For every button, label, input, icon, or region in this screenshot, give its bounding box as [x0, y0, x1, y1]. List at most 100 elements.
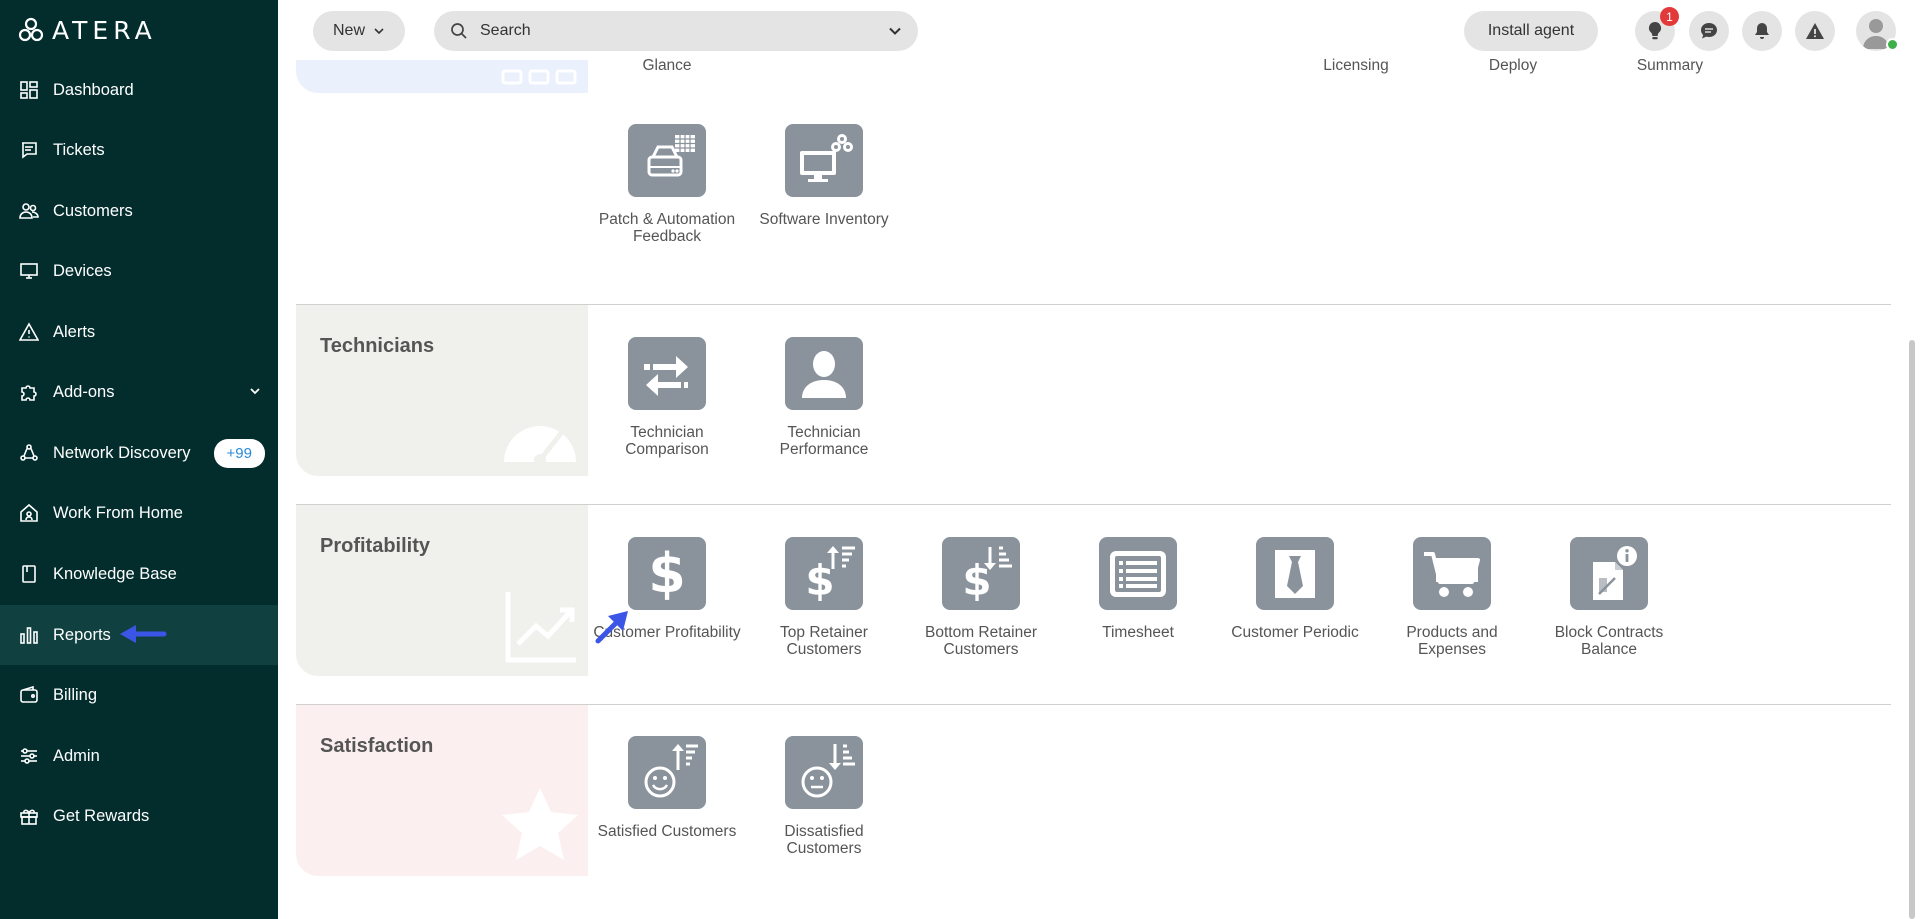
report-label: Block Contracts Balance — [1554, 624, 1664, 658]
devices-icon — [19, 261, 39, 281]
notification-count-badge: 1 — [1660, 7, 1679, 26]
sidebar-item-label: Network Discovery — [53, 443, 191, 462]
sidebar-item-label: Dashboard — [53, 80, 134, 99]
atera-logo[interactable]: ATERA — [18, 15, 157, 45]
report-top-retainer-customers[interactable]: $ Top Retainer Customers — [746, 537, 902, 658]
contract-info-icon — [1570, 537, 1648, 610]
report-label: Top Retainer Customers — [780, 624, 868, 658]
timesheet-icon — [1099, 537, 1177, 610]
sidebar-item-label: Customers — [53, 201, 133, 220]
smile-sort-up-icon — [628, 736, 706, 809]
sidebar-item-addons[interactable]: Add-ons — [0, 362, 278, 422]
sidebar-item-work-from-home[interactable]: Work From Home — [0, 483, 278, 543]
chevron-down-icon — [374, 28, 384, 35]
book-icon — [19, 564, 39, 584]
sidebar-item-knowledge-base[interactable]: Knowledge Base — [0, 544, 278, 604]
report-technician-performance[interactable]: Technician Performance — [746, 337, 902, 458]
dollar-sort-down-icon: $ — [942, 537, 1020, 610]
report-dissatisfied-customers[interactable]: Dissatisfied Customers — [746, 736, 902, 857]
sidebar-item-label: Billing — [53, 685, 98, 704]
sidebar-item-alerts[interactable]: Alerts — [0, 302, 278, 362]
report-technician-comparison[interactable]: Technician Comparison — [589, 337, 745, 458]
notifications-button[interactable] — [1742, 11, 1782, 51]
online-status-indicator — [1886, 38, 1899, 51]
report-label: Technician Performance — [779, 424, 869, 458]
scrollbar-thumb[interactable] — [1909, 340, 1915, 919]
lightbulb-icon — [1648, 21, 1662, 40]
search-icon — [451, 23, 467, 39]
report-label[interactable]: Licensing — [1278, 57, 1434, 75]
report-software-inventory[interactable]: Software Inventory — [746, 124, 902, 228]
network-icon — [19, 443, 39, 463]
sidebar-item-tickets[interactable]: Tickets — [0, 120, 278, 180]
count-badge: +99 — [213, 439, 265, 468]
sidebar-item-get-rewards[interactable]: Get Rewards — [0, 786, 278, 846]
sidebar-item-dashboard[interactable]: Dashboard — [0, 60, 278, 120]
alert-icon — [19, 322, 39, 342]
category-panel: Satisfaction — [296, 705, 588, 876]
logo-text: ATERA — [52, 15, 157, 45]
cart-icon — [1413, 537, 1491, 610]
dollar-icon: $ — [628, 537, 706, 610]
home-icon — [19, 503, 39, 523]
sidebar-item-devices[interactable]: Devices — [0, 241, 278, 301]
category-satisfaction: Satisfaction — [296, 705, 1891, 876]
report-label: Products and Expenses — [1406, 624, 1498, 658]
tickets-icon — [19, 140, 39, 160]
report-label: Software Inventory — [759, 211, 889, 228]
report-products-and-expenses[interactable]: Products and Expenses — [1374, 537, 1530, 658]
reports-content: Glance Licensing Deploy Summary Patch & … — [278, 57, 1920, 919]
report-label: Timesheet — [1102, 624, 1174, 641]
dashboard-icon — [19, 80, 39, 100]
report-label: Satisfied Customers — [597, 823, 737, 840]
report-customer-periodic[interactable]: Customer Periodic — [1217, 537, 1373, 641]
puzzle-icon — [19, 382, 39, 402]
report-label: Bottom Retainer Customers — [925, 624, 1037, 658]
category-title: Satisfaction — [320, 735, 434, 757]
sidebar-item-billing[interactable]: Billing — [0, 665, 278, 725]
report-label[interactable]: Summary — [1592, 57, 1748, 75]
person-icon — [785, 337, 863, 410]
gift-icon — [19, 806, 39, 826]
sidebar-item-network-discovery[interactable]: Network Discovery +99 — [0, 423, 278, 483]
report-label: Technician Comparison — [625, 424, 709, 458]
sidebar-item-label: Alerts — [53, 322, 96, 341]
chevron-down-icon[interactable] — [888, 24, 902, 38]
sidebar-item-customers[interactable]: Customers — [0, 181, 278, 241]
tie-icon — [1256, 537, 1334, 610]
neutral-sort-down-icon — [785, 736, 863, 809]
sidebar-item-label: Admin — [53, 746, 100, 765]
report-block-contracts-balance[interactable]: Block Contracts Balance — [1531, 537, 1687, 658]
alerts-button[interactable] — [1795, 11, 1835, 51]
sidebar-item-label: Devices — [53, 261, 112, 280]
report-bottom-retainer-customers[interactable]: $ Bottom Retainer Customers — [903, 537, 1059, 658]
tips-button[interactable]: 1 — [1635, 7, 1679, 51]
sidebar-item-label: Work From Home — [53, 503, 183, 522]
sidebar-item-label: Tickets — [53, 140, 105, 159]
chevron-down-icon — [250, 388, 260, 395]
search-bar[interactable] — [434, 11, 918, 51]
sidebar-item-label: Get Rewards — [53, 806, 150, 825]
chat-button[interactable] — [1689, 11, 1729, 51]
search-input[interactable] — [480, 22, 880, 40]
sidebar-item-admin[interactable]: Admin — [0, 726, 278, 786]
report-label[interactable]: Deploy — [1435, 57, 1591, 75]
report-label: Customer Periodic — [1231, 624, 1359, 641]
category-panel: Technicians — [296, 305, 588, 476]
star-deco-icon — [502, 788, 578, 860]
line-chart-deco-icon — [505, 592, 576, 663]
category-title: Profitability — [320, 535, 431, 557]
warning-icon — [1806, 23, 1824, 39]
comparison-icon — [628, 337, 706, 410]
speedometer-deco-icon — [504, 426, 576, 464]
new-button[interactable]: New — [313, 11, 405, 51]
report-label[interactable]: Glance — [589, 57, 745, 75]
report-timesheet[interactable]: Timesheet — [1060, 537, 1216, 641]
report-satisfied-customers[interactable]: Satisfied Customers — [589, 736, 745, 840]
report-patch-automation-feedback[interactable]: Patch & Automation Feedback — [589, 124, 745, 245]
sidebar-item-label: Reports — [53, 625, 111, 644]
category-general — [296, 60, 1891, 304]
sliders-icon — [19, 746, 39, 766]
install-agent-button[interactable]: Install agent — [1464, 11, 1598, 51]
glance-deco-icon — [501, 69, 577, 85]
